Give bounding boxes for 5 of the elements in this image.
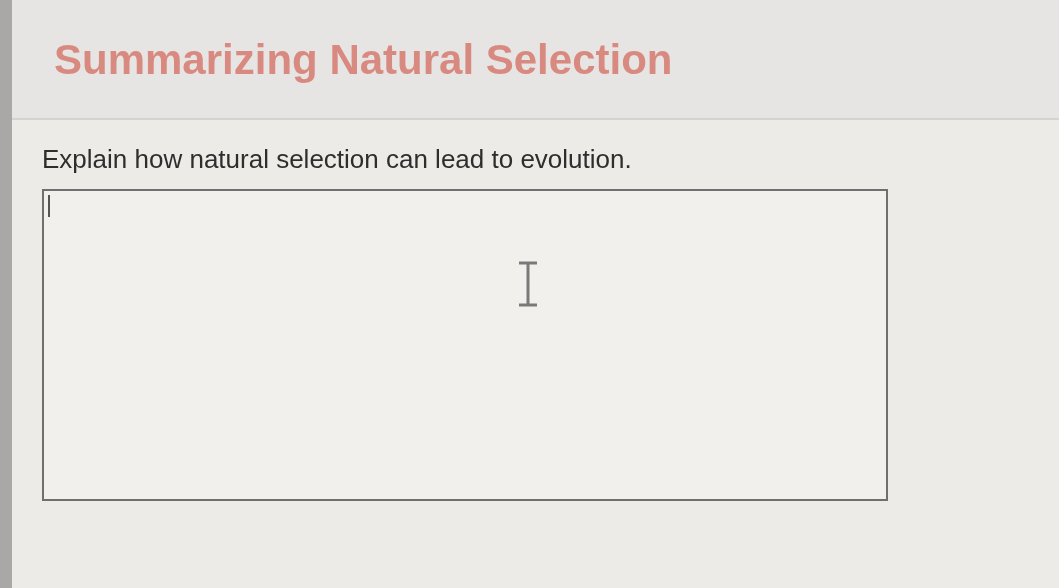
page-title: Summarizing Natural Selection [54, 36, 674, 84]
answer-box[interactable] [42, 189, 888, 501]
text-cursor-icon [516, 261, 540, 307]
question-prompt: Explain how natural selection can lead to evolution. [42, 144, 633, 175]
text-caret [48, 195, 50, 217]
